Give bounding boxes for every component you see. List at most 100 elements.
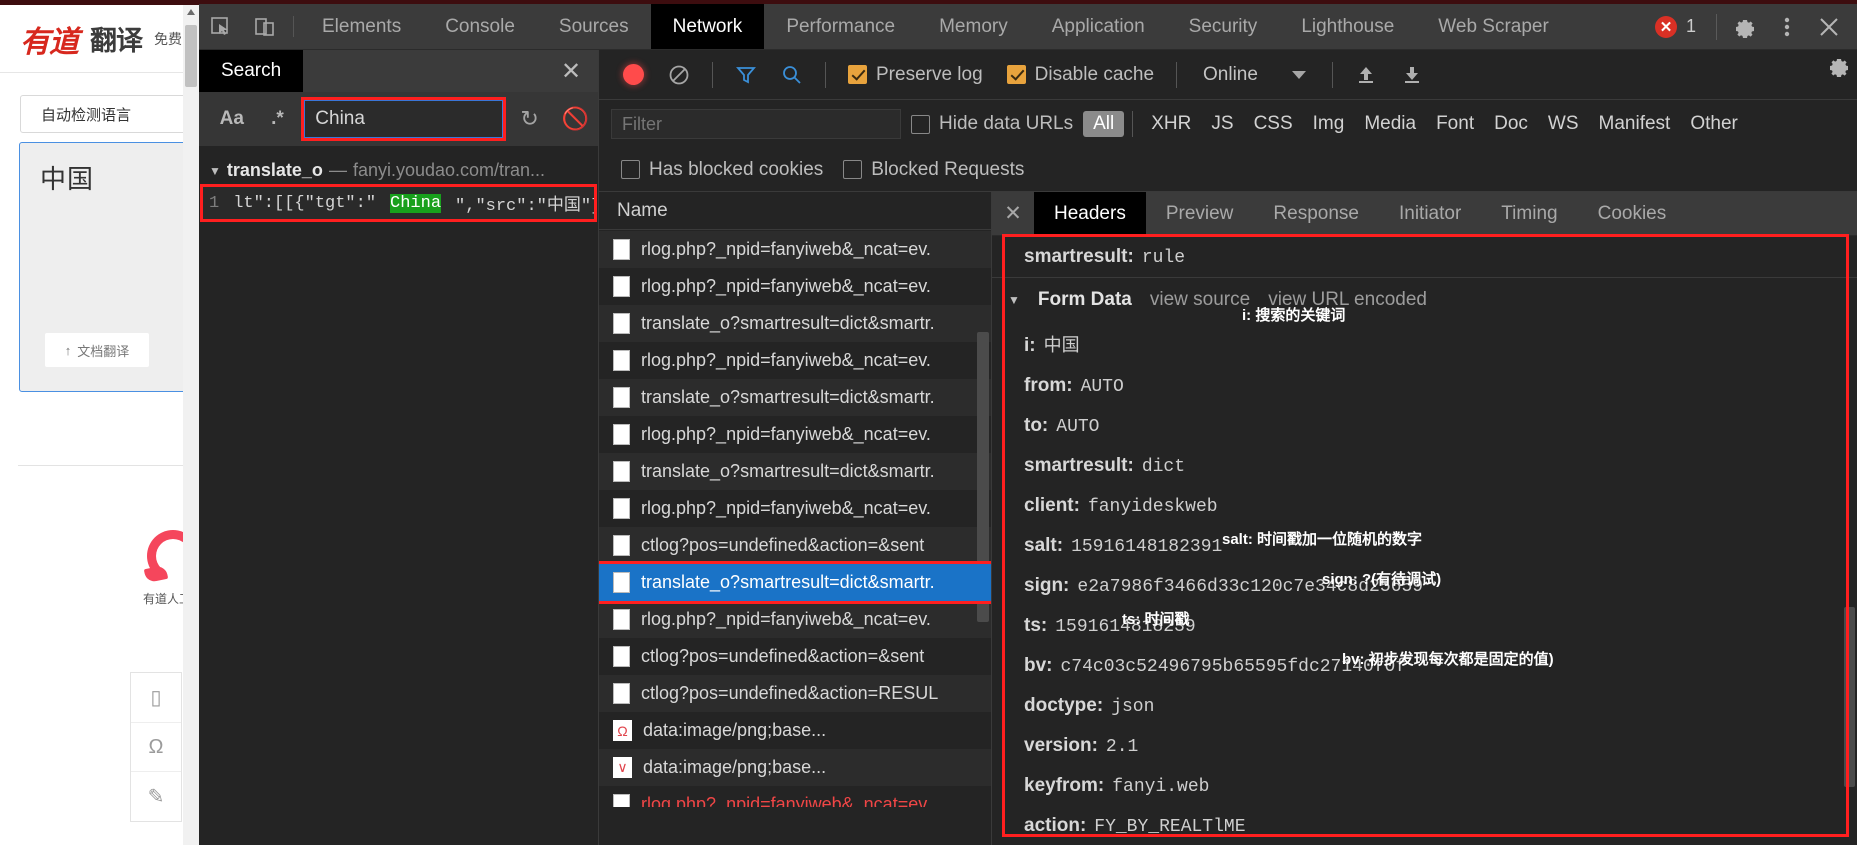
detail-scrollbar[interactable] [1844, 607, 1855, 787]
form-data-value: AUTO [1080, 377, 1124, 397]
headset-icon[interactable]: Ω [131, 723, 181, 773]
clear-icon[interactable]: 🚫 [552, 106, 598, 132]
close-icon[interactable] [1809, 4, 1849, 50]
refresh-icon[interactable]: ↻ [507, 106, 553, 132]
source-textarea[interactable]: 中国 ↑ 文档翻译 [19, 142, 199, 392]
search-result-line[interactable]: 1 lt":[[{"tgt":" China ","src":"中国"}]]," [200, 184, 597, 222]
tab-elements[interactable]: Elements [300, 4, 423, 49]
tab-security[interactable]: Security [1167, 4, 1280, 49]
doc-icon [613, 313, 630, 334]
chevron-down-icon[interactable]: ▼ [1008, 293, 1020, 307]
type-filter-js[interactable]: JS [1201, 111, 1243, 137]
document-translate-button[interactable]: ↑ 文档翻译 [45, 333, 149, 367]
upload-har-icon[interactable] [1345, 64, 1387, 86]
type-filter-all[interactable]: All [1083, 111, 1125, 137]
gear-icon[interactable] [1827, 54, 1851, 84]
request-row[interactable]: rlog.php?_npid=fanyiweb&_ncat=ev. [599, 416, 991, 453]
hide-data-urls-checkbox[interactable]: Hide data URLs [901, 113, 1083, 135]
type-filter-css[interactable]: CSS [1244, 111, 1303, 137]
scroll-up-arrow[interactable] [187, 9, 195, 15]
error-count-badge[interactable]: ✕ 1 [1643, 15, 1708, 38]
close-icon[interactable]: ✕ [544, 50, 598, 92]
tab-network[interactable]: Network [650, 4, 765, 49]
checkbox-box [843, 160, 863, 179]
inspect-element-icon[interactable] [199, 4, 243, 49]
language-select[interactable]: 自动检测语言 [20, 95, 199, 133]
funnel-icon[interactable] [725, 64, 767, 86]
phone-icon[interactable]: ▯ [131, 673, 181, 723]
type-filter-font[interactable]: Font [1426, 111, 1484, 137]
tab-application[interactable]: Application [1030, 4, 1167, 49]
disable-cache-checkbox[interactable]: Disable cache [997, 64, 1164, 86]
header-nav-free[interactable]: 免费 [154, 29, 182, 49]
tab-preview[interactable]: Preview [1146, 192, 1254, 235]
edit-icon[interactable]: ✎ [131, 772, 181, 821]
request-row[interactable]: rlog.php?_npid=fanyiweb&_ncat=ev. [599, 490, 991, 527]
search-input[interactable] [304, 100, 503, 138]
search-drawer-title[interactable]: Search [199, 50, 304, 92]
blocked-requests-checkbox[interactable]: Blocked Requests [833, 159, 1034, 181]
request-row[interactable]: translate_o?smartresult=dict&smartr. [599, 305, 991, 342]
chevron-down-icon[interactable]: ▼ [209, 164, 221, 178]
regex-toggle[interactable]: .* [255, 108, 301, 130]
gear-icon[interactable] [1725, 4, 1765, 50]
type-filter-other[interactable]: Other [1680, 111, 1748, 137]
request-row[interactable]: ctlog?pos=undefined&action=&sent [599, 527, 991, 564]
preserve-log-checkbox[interactable]: Preserve log [838, 64, 993, 86]
form-data-row: version: 2.1 [992, 726, 1857, 766]
tab-memory[interactable]: Memory [917, 4, 1030, 49]
type-filter-doc[interactable]: Doc [1484, 111, 1538, 137]
form-data-key: from: [1024, 375, 1073, 396]
page-scrollbar[interactable] [183, 5, 199, 845]
language-select-label: 自动检测语言 [41, 106, 132, 124]
close-icon[interactable]: ✕ [992, 192, 1034, 235]
search-result-match: China [390, 193, 442, 213]
device-toolbar-icon[interactable] [243, 4, 287, 49]
request-row[interactable]: ctlog?pos=undefined&action=&sent [599, 638, 991, 675]
request-row[interactable]: Ωdata:image/png;base... [599, 712, 991, 749]
request-row[interactable]: rlog.php?_npid=fanyiweb&_ncat=ev. [599, 786, 991, 807]
type-filter-img[interactable]: Img [1303, 111, 1355, 137]
tab-response[interactable]: Response [1253, 192, 1379, 235]
request-row[interactable]: translate_o?smartresult=dict&smartr. [599, 561, 991, 604]
search-icon[interactable] [771, 64, 813, 86]
request-row[interactable]: rlog.php?_npid=fanyiweb&_ncat=ev. [599, 601, 991, 638]
type-filter-media[interactable]: Media [1354, 111, 1426, 137]
has-blocked-cookies-checkbox[interactable]: Has blocked cookies [611, 159, 833, 181]
request-list-header[interactable]: Name [599, 192, 991, 230]
filter-input[interactable] [611, 109, 901, 139]
tab-console[interactable]: Console [423, 4, 537, 49]
kebab-menu-icon[interactable] [1767, 4, 1807, 50]
doc-icon [613, 276, 630, 297]
scrollbar-thumb[interactable] [185, 25, 197, 87]
tab-performance[interactable]: Performance [764, 4, 917, 49]
request-row[interactable]: rlog.php?_npid=fanyiweb&_ncat=ev. [599, 342, 991, 379]
request-row[interactable]: ctlog?pos=undefined&action=RESUL [599, 675, 991, 712]
tab-lighthouse[interactable]: Lighthouse [1279, 4, 1416, 49]
request-row[interactable]: translate_o?smartresult=dict&smartr. [599, 379, 991, 416]
match-case-toggle[interactable]: Aa [209, 108, 255, 130]
tab-headers[interactable]: Headers [1034, 192, 1146, 235]
request-row[interactable]: rlog.php?_npid=fanyiweb&_ncat=ev. [599, 231, 991, 268]
download-har-icon[interactable] [1391, 64, 1433, 86]
throttling-select[interactable]: Online [1189, 64, 1320, 86]
tab-timing[interactable]: Timing [1481, 192, 1577, 235]
tab-sources[interactable]: Sources [537, 4, 651, 49]
search-result-file[interactable]: ▼ translate_o — fanyi.youdao.com/tran... [199, 156, 598, 185]
error-icon: ✕ [1654, 15, 1677, 38]
tab-web-scraper[interactable]: Web Scraper [1416, 4, 1571, 49]
request-name: ctlog?pos=undefined&action=&sent [641, 646, 925, 666]
type-filter-xhr[interactable]: XHR [1141, 111, 1201, 137]
tab-initiator[interactable]: Initiator [1379, 192, 1481, 235]
type-filter-manifest[interactable]: Manifest [1589, 111, 1681, 137]
request-name: ctlog?pos=undefined&action=&sent [641, 535, 925, 555]
record-stop-icon[interactable] [623, 64, 644, 85]
type-filter-ws[interactable]: WS [1538, 111, 1589, 137]
form-data-section-header[interactable]: ▼ Form Data view source view URL encoded [992, 277, 1857, 322]
tab-cookies[interactable]: Cookies [1578, 192, 1687, 235]
request-row[interactable]: rlog.php?_npid=fanyiweb&_ncat=ev. [599, 268, 991, 305]
view-source-link[interactable]: view source [1150, 289, 1250, 311]
request-row[interactable]: translate_o?smartresult=dict&smartr. [599, 453, 991, 490]
request-row[interactable]: ∨ data:image/png;base... [599, 749, 991, 786]
clear-icon[interactable] [658, 64, 700, 86]
